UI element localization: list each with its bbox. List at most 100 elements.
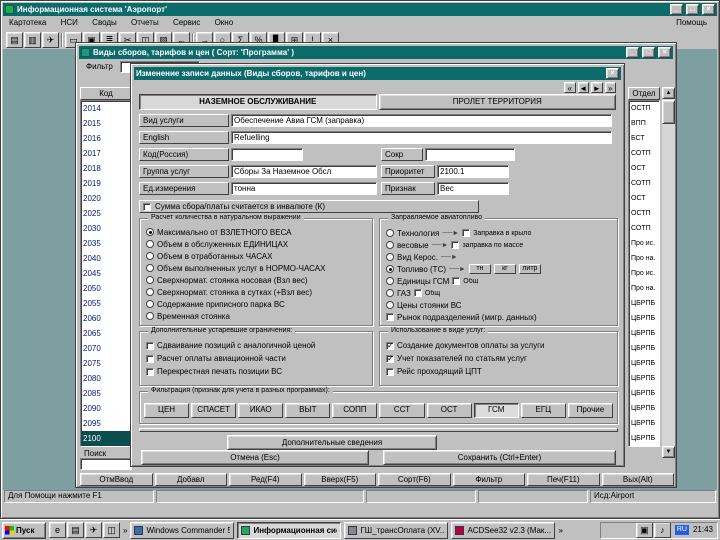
quantity-option[interactable]: Содержание приписного парка ВС bbox=[142, 298, 370, 310]
checkbox-icon[interactable] bbox=[143, 202, 151, 211]
filtration-toggle-button[interactable]: Прочие bbox=[567, 403, 613, 418]
quantity-option[interactable]: Сверхнормат. стоянка в сутках (+Взл вес) bbox=[142, 286, 370, 298]
filtration-toggle-button[interactable]: ССТ bbox=[379, 403, 425, 418]
dept-cell[interactable]: БСТ bbox=[629, 131, 659, 146]
grid-row[interactable]: 2085 bbox=[81, 386, 131, 401]
record-nav-button[interactable]: « bbox=[564, 82, 576, 93]
tab-overflight[interactable]: ПРОЛЕТ ТЕРРИТОРИЯ bbox=[378, 94, 616, 110]
scroll-down-icon[interactable]: ▼ bbox=[662, 446, 675, 458]
dept-cell[interactable]: ОСТП bbox=[629, 206, 659, 221]
radio-icon[interactable] bbox=[386, 229, 394, 237]
fuel-row-gsm-units[interactable]: Единицы ГСМ Общ bbox=[382, 275, 615, 287]
restriction-option[interactable]: Перекрестная печать позиции ВС bbox=[142, 365, 370, 378]
record-nav-button[interactable]: ► bbox=[591, 82, 603, 93]
filtration-toggle-button[interactable]: ЕГЦ bbox=[520, 403, 566, 418]
checkbox-icon[interactable] bbox=[146, 367, 154, 376]
grid-row[interactable]: 2095 bbox=[81, 416, 131, 431]
quantity-option[interactable]: Объем в отработанных ЧАСАХ bbox=[142, 250, 370, 262]
grid-row[interactable]: 2090 bbox=[81, 401, 131, 416]
restriction-option[interactable]: Расчет оплаты авиационной части bbox=[142, 352, 370, 365]
toolbar-button[interactable]: ✈ bbox=[42, 31, 59, 48]
radio-icon[interactable] bbox=[386, 301, 394, 309]
menu-okno[interactable]: Окно bbox=[209, 17, 240, 29]
clock[interactable]: 21:43 bbox=[693, 525, 713, 535]
radio-icon[interactable] bbox=[146, 240, 154, 248]
dept-cell[interactable]: ЦБРПБ bbox=[629, 356, 659, 371]
code-russia-input[interactable] bbox=[231, 148, 303, 161]
grid-row[interactable]: 2025 bbox=[81, 206, 131, 221]
radio-icon[interactable] bbox=[146, 252, 154, 260]
dept-cell[interactable]: ЦБРПБ bbox=[629, 386, 659, 401]
browse-title-bar[interactable]: Виды сборов, тарифов и цен ( Сорт: 'Прог… bbox=[79, 46, 673, 59]
quantity-option[interactable]: Сверхнормат. стоянка носовая (Взл вес) bbox=[142, 274, 370, 286]
cancel-button[interactable]: Отмена (Esc) bbox=[141, 450, 369, 465]
browse-action-button[interactable]: Вых(Alt) bbox=[601, 473, 674, 486]
grid-row[interactable]: 2020 bbox=[81, 191, 131, 206]
checkbox-icon[interactable] bbox=[413, 289, 422, 297]
grid-row[interactable]: 2060 bbox=[81, 311, 131, 326]
dept-cell[interactable]: Про ис. bbox=[629, 236, 659, 251]
minimize-button[interactable]: _ bbox=[670, 4, 683, 15]
dept-cell[interactable]: ЦБРПБ bbox=[629, 416, 659, 431]
browse-close-button[interactable]: × bbox=[658, 47, 671, 58]
fuel-row-technology[interactable]: Технология ──► Заправка в крыло bbox=[382, 227, 615, 239]
filtration-toggle-button[interactable]: ИКАО bbox=[238, 403, 284, 418]
browse-action-button[interactable]: Ред(F4) bbox=[229, 473, 302, 486]
quick-launch-button[interactable]: e bbox=[49, 522, 66, 538]
radio-icon[interactable] bbox=[146, 228, 154, 236]
grid-row[interactable]: 2055 bbox=[81, 296, 131, 311]
browse-action-button[interactable]: Добавл bbox=[154, 473, 227, 486]
radio-icon[interactable] bbox=[146, 288, 154, 296]
filtration-toggle-button[interactable]: СОПП bbox=[332, 403, 378, 418]
checkbox-icon[interactable] bbox=[386, 367, 394, 376]
dept-cell[interactable]: ВПП bbox=[629, 116, 659, 131]
dept-cell[interactable]: ЦБРПБ bbox=[629, 431, 659, 446]
radio-icon[interactable] bbox=[146, 312, 154, 320]
radio-icon[interactable] bbox=[146, 264, 154, 272]
unit-litre-button[interactable]: литр bbox=[518, 264, 541, 274]
dialog-close-button[interactable]: × bbox=[606, 68, 619, 79]
toolbar-button[interactable]: ▤ bbox=[6, 31, 23, 48]
dept-cell[interactable]: Про ис. bbox=[629, 266, 659, 281]
dept-cell[interactable]: ЦБРПБ bbox=[629, 326, 659, 341]
close-button[interactable]: × bbox=[702, 4, 715, 15]
radio-icon[interactable] bbox=[386, 253, 394, 261]
checkbox-icon[interactable] bbox=[452, 277, 461, 285]
dept-cell[interactable]: ЦБРПБ bbox=[629, 371, 659, 386]
browse-action-button[interactable]: Фильтр bbox=[452, 473, 525, 486]
checkbox-icon[interactable] bbox=[451, 241, 460, 249]
quick-launch-button[interactable]: ◫ bbox=[103, 522, 120, 538]
quantity-option[interactable]: Объем выполненных услуг в НОРМО-ЧАСАХ bbox=[142, 262, 370, 274]
grid-row[interactable]: 2075 bbox=[81, 356, 131, 371]
dept-cell[interactable]: ОСТ bbox=[629, 161, 659, 176]
radio-icon[interactable] bbox=[386, 241, 394, 249]
code-grid[interactable]: 2014 2015 2016 2017 2018 2019 2020 2025 2030 2035… bbox=[80, 100, 132, 447]
task-airport-system[interactable]: Информационная сис... bbox=[237, 521, 342, 539]
fuel-row-gas[interactable]: ГАЗ Общ bbox=[382, 287, 615, 299]
fuel-row-market[interactable]: Рынок подразделений (мигр. данных) bbox=[382, 311, 615, 323]
grid-row[interactable]: 2070 bbox=[81, 341, 131, 356]
dept-cell[interactable]: ЦБРПБ bbox=[629, 401, 659, 416]
toolbar-button[interactable]: ▥ bbox=[24, 31, 41, 48]
fuel-row-kerosene[interactable]: Вид Керос. ──► bbox=[382, 251, 615, 263]
quick-launch-button[interactable]: ✈ bbox=[85, 522, 102, 538]
radio-icon[interactable] bbox=[146, 300, 154, 308]
filtration-toggle-button[interactable]: ЦЕН bbox=[144, 403, 190, 418]
browse-minimize-button[interactable]: _ bbox=[626, 47, 639, 58]
grid-row[interactable]: 2016 bbox=[81, 131, 131, 146]
sign-input[interactable]: Вес bbox=[437, 182, 509, 195]
dept-cell[interactable]: ЦБРПБ bbox=[629, 296, 659, 311]
quick-launch-button[interactable]: ▤ bbox=[67, 522, 84, 538]
task-windows-commander[interactable]: Windows Commander 5.0 bbox=[130, 521, 235, 539]
fuel-row-fuel-ts[interactable]: Топливо (ТС) ──► тн кг литр bbox=[382, 263, 615, 275]
tray-icon[interactable]: ♪ bbox=[653, 522, 671, 538]
grid-row[interactable]: 2019 bbox=[81, 176, 131, 191]
grid-row[interactable]: 2045 bbox=[81, 266, 131, 281]
dept-cell[interactable]: СОТП bbox=[629, 176, 659, 191]
checkbox-icon[interactable] bbox=[386, 341, 394, 350]
grid-row[interactable]: 2030 bbox=[81, 221, 131, 236]
vertical-scrollbar[interactable]: ▲ ▼ bbox=[662, 87, 675, 458]
browse-action-button[interactable]: ОтмВвод bbox=[80, 473, 153, 486]
quantity-option[interactable]: Временная стоянка bbox=[142, 310, 370, 322]
priority-input[interactable]: 2100.1 bbox=[437, 165, 509, 178]
